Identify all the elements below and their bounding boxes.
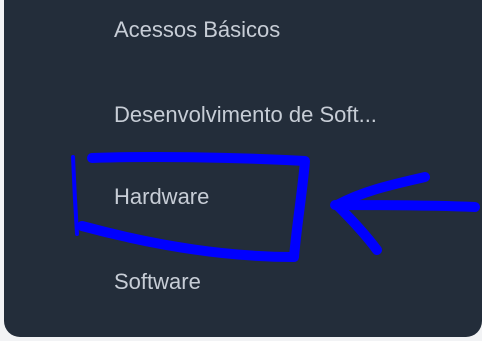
menu-item-software[interactable]: Software	[114, 262, 482, 302]
menu-item-acessos-basicos[interactable]: Acessos Básicos	[114, 10, 482, 50]
screenshot-frame: Acessos Básicos Desenvolvimento de Soft.…	[0, 0, 482, 341]
dropdown-menu: Acessos Básicos Desenvolvimento de Soft.…	[4, 0, 482, 337]
menu-item-desenvolvimento-de-software[interactable]: Desenvolvimento de Soft...	[114, 95, 482, 135]
menu-item-hardware[interactable]: Hardware	[114, 177, 482, 217]
